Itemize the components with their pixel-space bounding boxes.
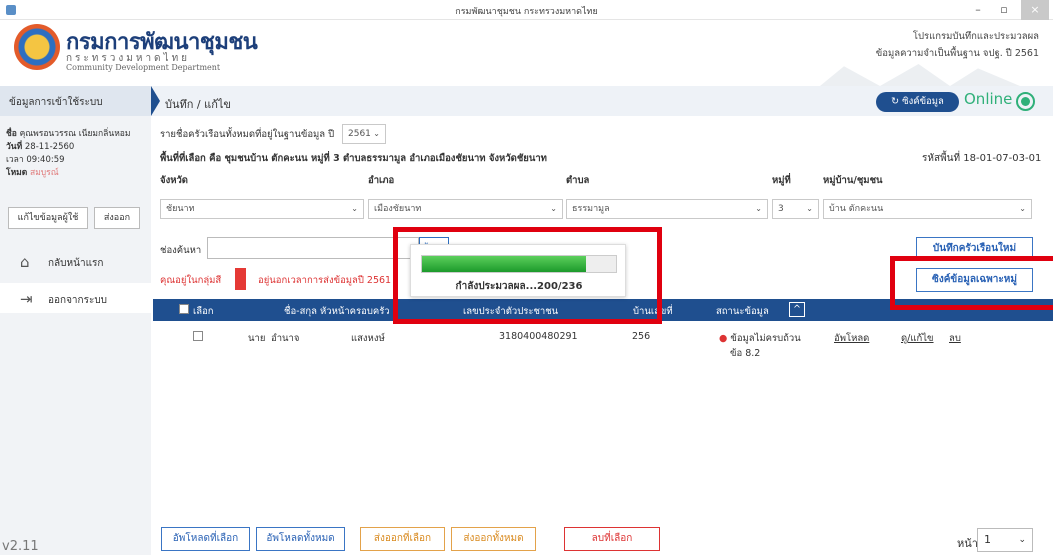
sync-icon: ↻ — [891, 96, 900, 107]
user-name: คุณพรอนวรรณ เนียมกลิ่นหอม — [19, 129, 131, 139]
year-prefix: รายชื่อครัวเรือนทั้งหมดที่อยู่ในฐานข้อมู… — [160, 129, 335, 140]
minimize-button[interactable]: – — [965, 0, 991, 20]
upload-selected-button[interactable]: อัพโหลดที่เลือก — [161, 527, 250, 551]
village-select[interactable]: บ้าน ตักคะนน ⌄ — [823, 199, 1032, 219]
chevron-down-icon: ⌄ — [1018, 535, 1026, 545]
edit-user-button[interactable]: แก้ไขข้อมูลผู้ใช้ — [8, 207, 88, 229]
nav-home-label: กลับหน้าแรก — [48, 258, 104, 269]
moo-value: 3 — [778, 204, 784, 214]
nav-logout[interactable]: ⇥ ออกจากระบบ — [0, 283, 151, 313]
row-first-name: อำนาจ — [271, 333, 300, 344]
district-label: อำเภอ — [368, 175, 395, 186]
program-name-line2: ข้อมูลความจำเป็นพื้นฐาน จปฐ. ปี 2561 — [875, 48, 1039, 59]
moo-label: หมู่ที่ — [772, 175, 791, 186]
year-value: 2561 — [348, 129, 371, 139]
department-logo — [14, 24, 60, 70]
year-select[interactable]: 2561 ⌄ — [342, 124, 386, 144]
status-dot-icon: ● — [719, 333, 728, 344]
login-date: 28-11-2560 — [24, 142, 75, 152]
province-value: ชัยนาท — [166, 204, 195, 214]
page-select[interactable]: 1 ⌄ — [977, 528, 1033, 552]
row-house-no: 256 — [632, 331, 651, 342]
upload-all-button[interactable]: อัพโหลดทั้งหมด — [256, 527, 345, 551]
user-info: ชื่อ คุณพรอนวรรณ เนียมกลิ่นหอม วันที่ 28… — [6, 128, 131, 180]
org-name-english: Community Development Department — [66, 63, 221, 72]
village-value: บ้าน ตักคะนน — [829, 204, 884, 214]
chevron-down-icon: ⌄ — [755, 204, 762, 213]
online-indicator-icon — [1016, 92, 1035, 111]
sort-icon[interactable]: ^ — [789, 302, 805, 317]
login-time: 09:40:59 — [26, 155, 65, 165]
mode-label: โหมด — [6, 168, 28, 178]
window-titlebar: กรมพัฒนาชุมชน กระทรวงมหาดไทย – ▫ × — [0, 0, 1053, 20]
village-label: หมู่บ้าน/ชุมชน — [823, 175, 883, 186]
window-title: กรมพัฒนาชุมชน กระทรวงมหาดไทย — [455, 7, 598, 17]
district-select[interactable]: เมืองชัยนาท ⌄ — [368, 199, 563, 219]
time-label: เวลา — [6, 155, 24, 165]
row-id: 3180400480291 — [499, 331, 578, 342]
page-label: หน้า — [957, 537, 978, 550]
home-icon: ⌂ — [20, 253, 30, 271]
select-all-checkbox[interactable] — [179, 304, 189, 314]
export-selected-button[interactable]: ส่งออกที่เลือก — [360, 527, 445, 551]
user-label: ชื่อ — [6, 129, 17, 139]
program-name-line1: โปรแกรมบันทึกและประมวลผล — [912, 31, 1039, 42]
close-button[interactable]: × — [1021, 0, 1049, 20]
row-status-line1: ข้อมูลไม่ครบถ้วน — [730, 333, 801, 344]
export-all-button[interactable]: ส่งออกทั้งหมด — [451, 527, 536, 551]
col-status: สถานะข้อมูล — [716, 306, 769, 317]
moo-select[interactable]: 3 ⌄ — [772, 199, 819, 219]
chevron-down-icon: ⌄ — [351, 204, 358, 213]
row-title: นาย — [248, 333, 266, 344]
chevron-down-icon: ⌄ — [373, 129, 380, 138]
chevron-down-icon: ⌄ — [1019, 204, 1026, 213]
col-name: ชื่อ-สกุล หัวหน้าครอบครัว — [284, 306, 390, 317]
province-select[interactable]: ชัยนาท ⌄ — [160, 199, 364, 219]
online-status: Online — [964, 90, 1013, 108]
chevron-down-icon: ⌄ — [806, 204, 813, 213]
row-upload-link[interactable]: อัพโหลด — [834, 331, 869, 346]
nav-home[interactable]: ⌂ กลับหน้าแรก — [0, 246, 151, 276]
row-delete-link[interactable]: ลบ — [949, 331, 961, 346]
sidebar-header: ข้อมูลการเข้าใช้ระบบ — [0, 86, 151, 116]
selected-area: พื้นที่ที่เลือก คือ ชุมชนบ้าน ตักคะนน หม… — [160, 153, 547, 164]
version-label: v2.11 — [2, 539, 39, 554]
deadline-text: อยู่นอกเวลาการส่งข้อมูลปี 2561 — [258, 275, 392, 286]
row-edit-link[interactable]: ดู/แก้ไข — [901, 331, 934, 346]
program-name: โปรแกรมบันทึกและประมวลผล ข้อมูลความจำเป็… — [876, 28, 1039, 62]
highlight-box-sync-button — [890, 256, 1053, 310]
row-checkbox[interactable] — [193, 331, 203, 341]
search-label: ช่องค้นหา — [160, 245, 202, 256]
nav-logout-label: ออกจากระบบ — [48, 295, 108, 306]
province-label: จังหวัด — [160, 175, 188, 186]
logout-icon: ⇥ — [20, 290, 33, 308]
area-code: รหัสพื้นที่ 18-01-07-03-01 — [922, 153, 1042, 164]
breadcrumb-arrow-icon — [151, 86, 160, 116]
district-value: เมืองชัยนาท — [374, 204, 422, 214]
row-status: ● ข้อมูลไม่ครบถ้วน — [719, 331, 801, 346]
export-button[interactable]: ส่งออก — [94, 207, 140, 229]
row-last-name: แสงหงษ์ — [351, 333, 385, 344]
search-input[interactable] — [207, 237, 419, 259]
color-group-text: คุณอยู่ในกลุ่มสี — [160, 275, 222, 286]
sync-data-label: ซิงค์ข้อมูล — [902, 96, 944, 107]
subdistrict-select[interactable]: ธรรมามูล ⌄ — [566, 199, 768, 219]
highlight-box-progress — [393, 227, 662, 324]
mode-value: สมบูรณ์ — [30, 168, 59, 178]
maximize-button[interactable]: ▫ — [991, 0, 1017, 20]
subdistrict-label: ตำบล — [566, 175, 590, 186]
date-label: วันที่ — [6, 142, 23, 152]
row-status-line2: ข้อ 8.2 — [730, 348, 761, 359]
sidebar-title: ข้อมูลการเข้าใช้ระบบ — [9, 97, 103, 108]
group-color-swatch — [235, 268, 246, 290]
breadcrumb: บันทึก / แก้ไข — [165, 98, 231, 111]
chevron-down-icon: ⌄ — [550, 204, 557, 213]
subdistrict-value: ธรรมามูล — [572, 204, 610, 214]
col-select: เลือก — [193, 306, 214, 317]
page-value: 1 — [984, 533, 991, 546]
sync-data-button[interactable]: ↻ ซิงค์ข้อมูล — [876, 92, 959, 112]
delete-selected-button[interactable]: ลบที่เลือก — [564, 527, 660, 551]
